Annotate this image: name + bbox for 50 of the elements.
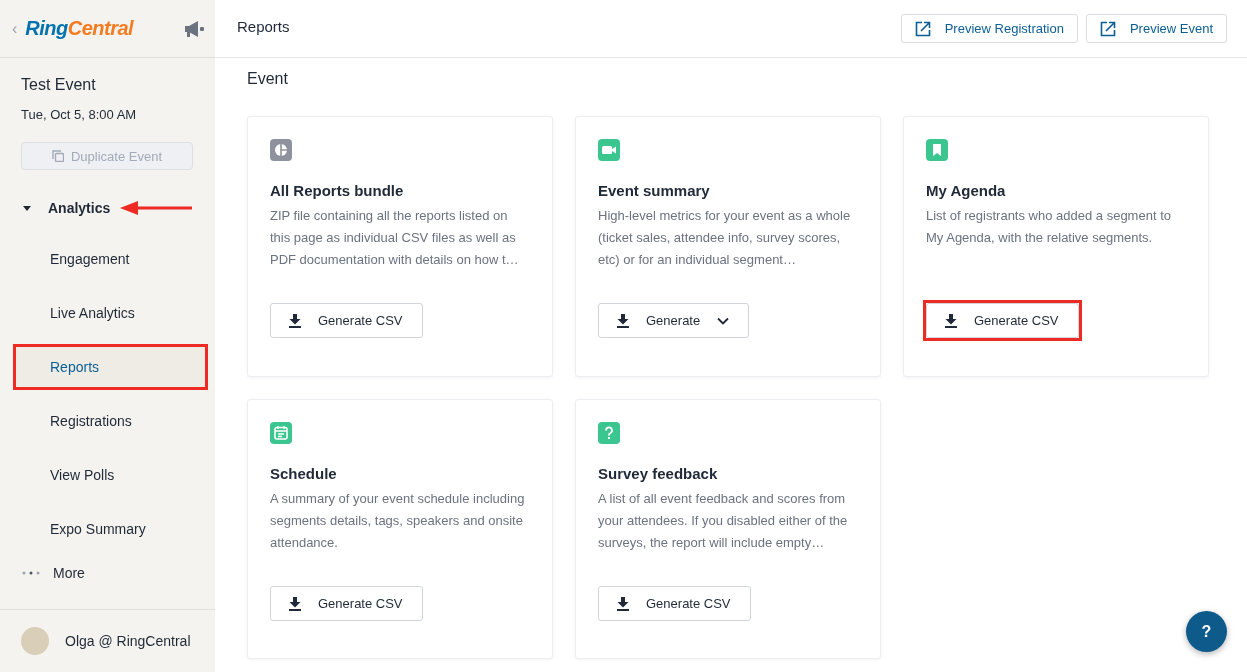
external-link-icon — [1099, 20, 1116, 37]
chevron-down-icon — [717, 316, 730, 325]
nav-item[interactable]: Reports — [16, 347, 205, 387]
question-icon — [598, 422, 620, 444]
caret-icon — [22, 203, 32, 213]
more-icon — [22, 571, 40, 575]
card-title: Schedule — [270, 465, 338, 482]
preview-button[interactable]: Preview Registration — [900, 14, 1078, 43]
card-description: A list of all event feedback and scores from your attendees. If you disabled either of the surveys, the report will include empty… — [598, 490, 849, 552]
download-icon — [289, 596, 301, 611]
card-description: List of registrants who added a segment to My Agenda, with the relative segments. — [926, 207, 1172, 247]
download-icon — [945, 313, 957, 328]
preview-button[interactable]: Preview Event — [1085, 14, 1227, 43]
nav-item[interactable]: Registrations — [16, 401, 205, 441]
download-icon — [617, 313, 629, 328]
event-title: Test Event — [21, 76, 97, 94]
card-title: All Reports bundle — [270, 182, 405, 199]
card-description: High-level metrics for your event as a whole (ticket sales, attendee info, survey scores, etc) or for an individual segment… — [598, 207, 852, 269]
external-link-icon — [914, 20, 931, 37]
nav-item[interactable]: Expo Summary — [16, 509, 205, 549]
generate-button[interactable]: Generate CSV — [926, 303, 1079, 338]
card-description: ZIP file containing all the reports listed on this page as individual CSV files as well as PDF documentation with details on how t… — [270, 207, 520, 269]
megaphone-icon — [183, 19, 205, 38]
user-name[interactable]: Olga @ RingCentral — [65, 633, 191, 649]
download-icon — [617, 596, 629, 611]
video-camera-icon — [598, 139, 620, 161]
download-icon — [289, 313, 301, 328]
nav-item[interactable]: Engagement — [16, 239, 205, 279]
calendar-icon — [270, 422, 292, 444]
copy-icon — [51, 150, 64, 162]
generate-button[interactable]: Generate CSV — [270, 303, 423, 338]
section-title: Event — [247, 70, 289, 88]
help-button[interactable]: ? — [1186, 611, 1227, 652]
generate-button[interactable]: Generate — [598, 303, 750, 338]
card-description: A summary of your event schedule including segments details, tags, speakers and onsite attendance. — [270, 490, 526, 552]
nav-item[interactable]: Live Analytics — [16, 293, 205, 333]
card-title: My Agenda — [926, 182, 1007, 199]
generate-button[interactable]: Generate CSV — [270, 586, 423, 621]
pie-chart-icon — [270, 139, 292, 161]
avatar — [21, 627, 49, 655]
event-date: Tue, Oct 5, 8:00 AM — [21, 107, 138, 122]
bookmark-icon — [926, 139, 948, 161]
analytics-section-toggle[interactable]: Analytics — [22, 200, 111, 216]
card-title: Event summary — [598, 182, 711, 199]
generate-button[interactable]: Generate CSV — [598, 586, 751, 621]
more-link[interactable]: More — [0, 558, 215, 588]
page-title: Reports — [237, 18, 290, 37]
card-title: Survey feedback — [598, 465, 719, 482]
nav-item[interactable]: View Polls — [16, 455, 205, 495]
brand-logo: RingCentral — [25, 17, 135, 40]
